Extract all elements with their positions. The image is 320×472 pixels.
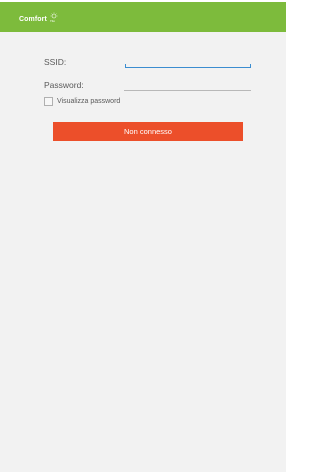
app-screen: Comfort Tite SSID: Password: Visualizza … <box>0 0 286 472</box>
show-password-label: Visualizza password <box>57 98 121 105</box>
logo-text: Comfort <box>19 16 47 23</box>
ssid-label: SSID: <box>44 57 67 67</box>
connection-status-button[interactable]: Non connesso <box>53 122 243 141</box>
show-password-toggle[interactable]: Visualizza password <box>44 97 120 106</box>
logo-sun-icon: Tite <box>48 12 60 24</box>
ssid-input-right-cap <box>250 64 251 68</box>
show-password-checkbox[interactable] <box>44 97 53 106</box>
logo-mark-text: Tite <box>49 19 55 23</box>
ssid-input[interactable] <box>125 52 251 68</box>
app-toolbar: Comfort Tite <box>0 2 286 32</box>
password-label: Password: <box>44 80 84 90</box>
password-input[interactable] <box>124 75 251 91</box>
app-logo: Comfort Tite <box>19 12 60 24</box>
ssid-input-left-cap <box>125 64 126 68</box>
